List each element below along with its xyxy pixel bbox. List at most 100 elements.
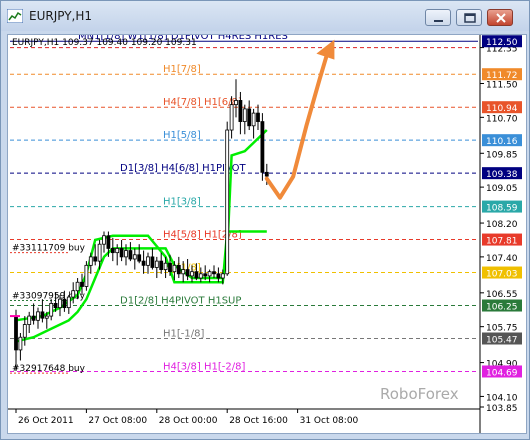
y-tick-label: 109.85 — [486, 150, 518, 160]
y-tick-label: 104.10 — [486, 393, 518, 403]
candle-body[interactable] — [18, 336, 23, 351]
candle-body[interactable] — [22, 324, 27, 338]
candle-body[interactable] — [220, 273, 225, 279]
restore-button[interactable] — [456, 9, 482, 26]
candle-body[interactable] — [203, 273, 208, 277]
y-tick-label: 111.50 — [486, 81, 518, 91]
candle-body[interactable] — [168, 262, 172, 273]
candlestick-chart[interactable]: MN1[1/8] W1[1/8] D1PIVOT H4RES H1RESH1[7… — [8, 35, 526, 433]
candle-body[interactable] — [159, 260, 164, 270]
candle-body[interactable] — [190, 271, 194, 277]
candle-body[interactable] — [154, 260, 159, 268]
y-tick-label: 110.70 — [486, 114, 518, 124]
minimize-icon — [434, 20, 443, 22]
price-badge-label: 112.50 — [486, 38, 518, 48]
candle-body[interactable] — [44, 315, 49, 319]
candle-body[interactable] — [194, 271, 199, 279]
level-label: H1[7/8] — [163, 64, 201, 75]
level-label: H1[3/8] — [163, 197, 201, 208]
candle-body[interactable] — [185, 269, 190, 277]
candle-body[interactable] — [238, 100, 243, 122]
candle-body[interactable] — [115, 248, 120, 254]
y-tick-label: 107.40 — [486, 254, 518, 264]
candle-body[interactable] — [80, 281, 84, 287]
candle-body[interactable] — [251, 112, 256, 127]
price-badge-label: 107.03 — [486, 270, 518, 280]
candle-body[interactable] — [49, 302, 54, 317]
minimize-button[interactable] — [425, 9, 451, 26]
forecast-arrow — [264, 47, 331, 200]
candle-body[interactable] — [137, 254, 142, 262]
candle-body[interactable] — [256, 112, 260, 122]
y-tick-label: 103.85 — [486, 404, 518, 414]
price-badge-label: 104.69 — [486, 368, 518, 378]
candle-body[interactable] — [260, 121, 265, 173]
candle-body[interactable] — [66, 296, 71, 309]
candle-body[interactable] — [141, 260, 146, 266]
candle-body[interactable] — [93, 256, 98, 262]
candle-body[interactable] — [88, 256, 93, 266]
x-tick-label: 27 Oct 08:00 — [88, 416, 147, 426]
candle-body[interactable] — [128, 250, 133, 260]
candle-body[interactable] — [229, 104, 234, 131]
candle-body[interactable] — [62, 298, 67, 309]
candle-body[interactable] — [242, 108, 247, 122]
price-badge-label: 107.81 — [486, 237, 518, 247]
candle-body[interactable] — [198, 273, 203, 279]
candle-body[interactable] — [172, 264, 177, 273]
close-icon — [496, 13, 506, 23]
candle-body[interactable] — [14, 315, 18, 351]
candle-body[interactable] — [216, 273, 221, 279]
candle-body[interactable] — [71, 290, 76, 298]
watermark: RoboForex — [380, 385, 459, 403]
y-tick-label: 105.75 — [486, 324, 518, 334]
candle-body[interactable] — [264, 171, 269, 177]
price-badge-label: 110.94 — [486, 104, 518, 114]
x-tick-label: 28 Oct 00:00 — [159, 416, 218, 426]
level-label: H1[-1/8] — [163, 328, 204, 339]
candle-body[interactable] — [247, 108, 252, 127]
candle-body[interactable] — [53, 302, 58, 309]
candle-body[interactable] — [225, 129, 230, 275]
candle-body[interactable] — [40, 311, 45, 319]
candle-body[interactable] — [119, 248, 124, 258]
candle-body[interactable] — [97, 243, 102, 262]
x-tick-label: 28 Oct 16:00 — [229, 416, 288, 426]
candle-body[interactable] — [58, 298, 62, 309]
window-title: EURJPY,H1 — [29, 9, 93, 23]
y-tick-label: 109.05 — [486, 184, 518, 194]
level-label: H4[3/8] H1[-2/8] — [163, 361, 245, 372]
candle-body[interactable] — [75, 281, 80, 292]
candle-body[interactable] — [102, 235, 106, 245]
title-bar[interactable]: EURJPY,H1 — [1, 1, 529, 31]
candle-body[interactable] — [110, 248, 115, 254]
candle-body[interactable] — [31, 315, 36, 321]
level-label: D1[2/8] H4PIVOT H1SUP — [120, 296, 241, 307]
chart-area[interactable]: MN1[1/8] W1[1/8] D1PIVOT H4RES H1RES H1[7… — [7, 34, 527, 434]
candle-body[interactable] — [146, 256, 150, 266]
symbol-info: EURJPY,H1 109.37 109.40 109.20 109.31 — [12, 38, 197, 48]
chart-app-icon — [7, 9, 23, 23]
candle-body[interactable] — [234, 100, 238, 106]
y-tick-label: 108.20 — [486, 220, 518, 230]
candle-body[interactable] — [84, 264, 89, 287]
x-tick-label: 26 Oct 2011 — [18, 416, 74, 426]
candle-body[interactable] — [150, 256, 155, 268]
candle-body[interactable] — [106, 235, 111, 249]
candle-body[interactable] — [36, 311, 40, 321]
candle-body[interactable] — [207, 271, 212, 277]
candle-body[interactable] — [132, 254, 137, 260]
order-label: #32917648 buy — [12, 364, 86, 374]
price-badge-label: 111.72 — [486, 71, 518, 81]
close-button[interactable] — [487, 9, 513, 26]
x-tick-label: 31 Oct 08:00 — [300, 416, 359, 426]
current-price-label: 109.38 — [486, 170, 518, 180]
order-label: #33111709 buy — [12, 244, 86, 254]
candle-body[interactable] — [163, 262, 168, 270]
price-badge-label: 105.47 — [486, 335, 518, 345]
candle-body[interactable] — [181, 269, 186, 275]
candle-body[interactable] — [212, 271, 216, 275]
candle-body[interactable] — [27, 315, 32, 325]
candle-body[interactable] — [176, 264, 181, 275]
candle-body[interactable] — [124, 250, 128, 258]
